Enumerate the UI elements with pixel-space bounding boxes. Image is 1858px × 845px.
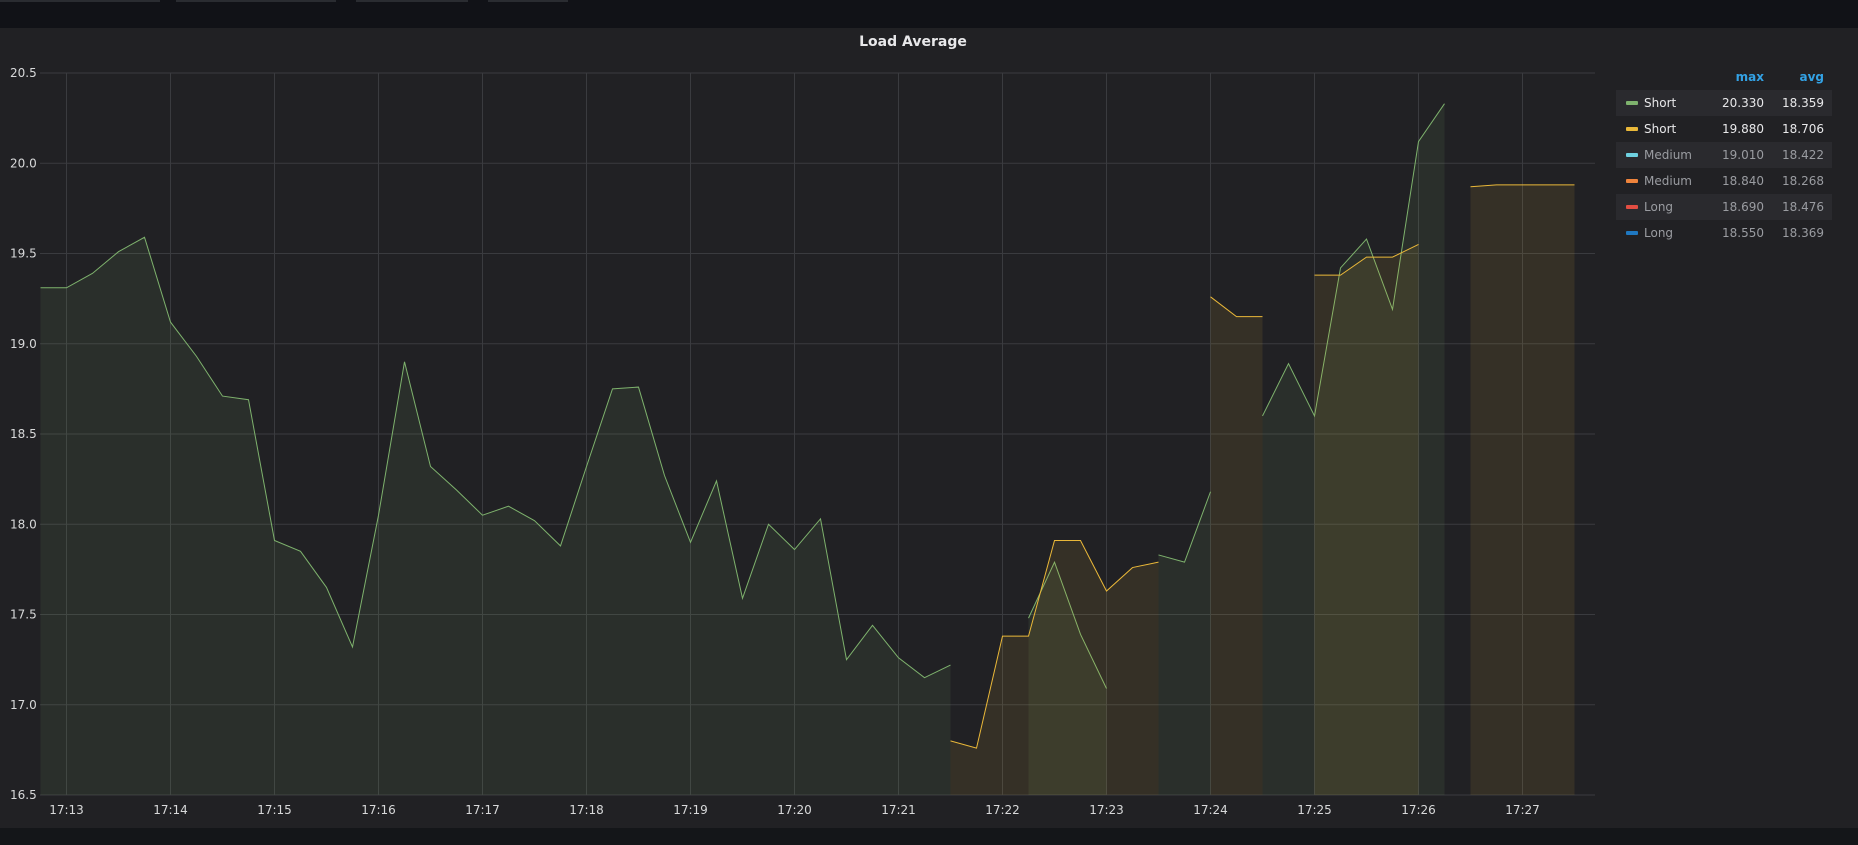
series-area [1470,184,1575,795]
y-tick-label: 20.0 [10,156,37,170]
x-tick-label: 17:13 [49,803,84,817]
y-tick-label: 19.5 [10,247,37,261]
legend-item-avg: 18.476 [1782,200,1824,214]
legend-item-name[interactable]: Medium [1644,142,1692,168]
y-tick-label: 17.0 [10,698,37,712]
legend-item-avg: 18.268 [1782,174,1824,188]
top-tab[interactable] [356,0,468,2]
x-tick-label: 17:19 [673,803,708,817]
x-tick-label: 17:24 [1193,803,1228,817]
x-tick-label: 17:20 [777,803,812,817]
legend-item[interactable]: Short 19.880 18.706 [1616,116,1832,142]
legend-swatch [1626,127,1638,131]
legend-item-max: 19.880 [1722,122,1764,136]
legend-item-name[interactable]: Short [1644,90,1676,116]
legend-swatch [1626,153,1638,157]
top-tab[interactable] [0,0,160,2]
y-tick-label: 17.5 [10,608,37,622]
dashboard-top-bar [0,0,1858,28]
series-area [1314,244,1419,796]
legend-swatch [1626,101,1638,105]
legend-item-max: 20.330 [1722,96,1764,110]
legend-item[interactable]: Medium 18.840 18.268 [1616,168,1832,194]
x-tick-label: 17:16 [361,803,396,817]
x-tick-label: 17:25 [1297,803,1332,817]
legend-item-avg: 18.706 [1782,122,1824,136]
x-tick-label: 17:17 [465,803,500,817]
legend-header-max[interactable]: max [1736,70,1764,84]
y-tick-label: 16.5 [10,788,37,802]
x-tick-label: 17:23 [1089,803,1124,817]
legend-swatch [1626,179,1638,183]
top-tab[interactable] [488,0,568,2]
load-average-chart[interactable]: 16.5 17.0 17.5 18.0 18.5 19.0 19.5 20.0 20.5 17:1… [0,28,1858,828]
legend-swatch [1626,205,1638,209]
legend-item-avg: 18.422 [1782,148,1824,162]
legend-item[interactable]: Long 18.550 18.369 [1616,220,1832,246]
legend-item-name[interactable]: Long [1644,220,1673,246]
legend-item-name[interactable]: Long [1644,194,1673,220]
legend-header: max avg [1616,68,1832,86]
x-tick-label: 17:18 [569,803,604,817]
series-area [950,540,1159,795]
x-tick-label: 17:27 [1505,803,1540,817]
y-tick-label: 19.0 [10,337,37,351]
x-tick-label: 17:15 [257,803,292,817]
x-tick-label: 17:22 [985,803,1020,817]
legend-item[interactable]: Short 20.330 18.359 [1616,90,1832,116]
series-area [1158,491,1211,795]
legend-item-name[interactable]: Short [1644,116,1676,142]
legend: max avg Short 20.330 18.359 Short 19.880… [1616,68,1832,246]
top-tab[interactable] [176,0,336,2]
y-tick-label: 20.5 [10,66,37,80]
legend-item-max: 18.690 [1722,200,1764,214]
legend-item-max: 18.550 [1722,226,1764,240]
y-tick-label: 18.5 [10,427,37,441]
legend-item-avg: 18.369 [1782,226,1824,240]
legend-header-avg[interactable]: avg [1799,70,1824,84]
x-tick-label: 17:14 [153,803,188,817]
legend-item[interactable]: Long 18.690 18.476 [1616,194,1832,220]
legend-swatch [1626,231,1638,235]
y-tick-label: 18.0 [10,517,37,531]
legend-item-avg: 18.359 [1782,96,1824,110]
legend-item-max: 19.010 [1722,148,1764,162]
series-area [40,237,951,795]
x-tick-label: 17:26 [1401,803,1436,817]
legend-item-name[interactable]: Medium [1644,168,1692,194]
x-tick-label: 17:21 [881,803,916,817]
series-area [1210,296,1263,795]
legend-item[interactable]: Medium 19.010 18.422 [1616,142,1832,168]
legend-item-max: 18.840 [1722,174,1764,188]
